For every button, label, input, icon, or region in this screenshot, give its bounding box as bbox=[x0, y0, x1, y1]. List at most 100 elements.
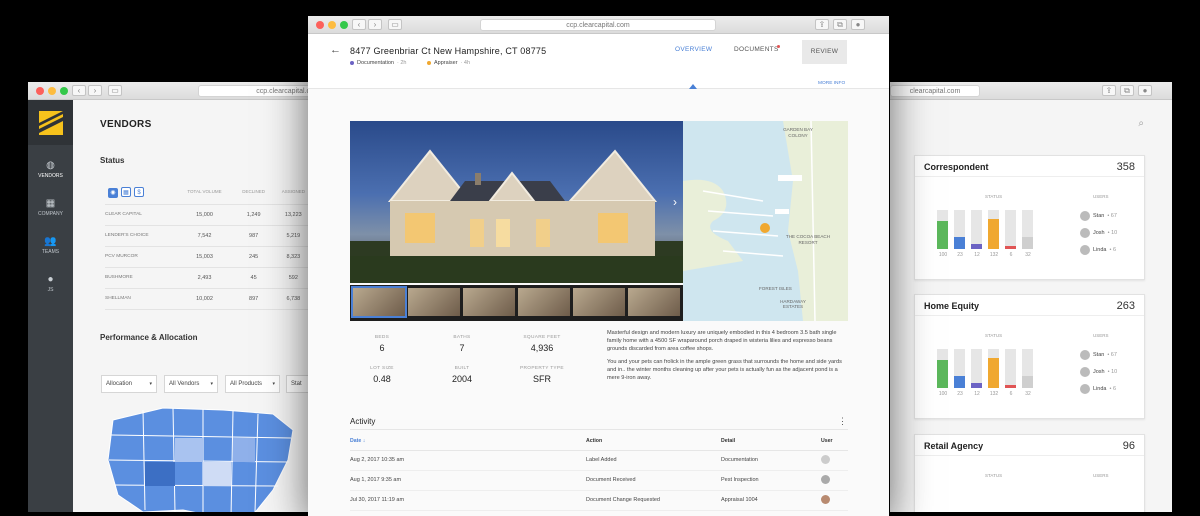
table-row[interactable]: Aug 2, 2017 10:35 am Label Added Documenta… bbox=[350, 450, 848, 471]
table-cell bbox=[821, 490, 848, 511]
status-bar[interactable] bbox=[954, 210, 965, 249]
thumbnail[interactable] bbox=[408, 288, 460, 316]
active-tab-indicator bbox=[689, 84, 697, 89]
close-dot[interactable] bbox=[316, 20, 324, 29]
status-dot bbox=[350, 61, 354, 65]
minimize-dot[interactable] bbox=[328, 20, 336, 29]
status-bar[interactable] bbox=[1022, 210, 1033, 249]
search-icon[interactable]: ⌕ bbox=[1138, 118, 1144, 129]
user-row[interactable]: Linda • 6 bbox=[1080, 384, 1116, 394]
user-row[interactable]: Stan • 67 bbox=[1080, 350, 1117, 360]
clear-capital-logo[interactable] bbox=[28, 100, 73, 145]
status-bar[interactable] bbox=[937, 210, 948, 249]
more-info-link[interactable]: MORE INFO bbox=[818, 81, 845, 86]
meta-documentation[interactable]: Documentation · 2h bbox=[350, 60, 407, 66]
status-bar[interactable] bbox=[988, 349, 999, 388]
extension-icon[interactable]: ● bbox=[851, 19, 865, 30]
col-date[interactable]: Date ↓ bbox=[350, 432, 586, 451]
next-photo-icon[interactable]: › bbox=[673, 195, 677, 209]
tab-documents[interactable]: DOCUMENTS bbox=[734, 46, 779, 53]
status-bar[interactable] bbox=[1022, 349, 1033, 388]
forward-icon[interactable]: › bbox=[368, 19, 382, 30]
sidebar-item-vendors[interactable]: ◍ VENDORS bbox=[28, 160, 73, 179]
table-cell: 15,000 bbox=[175, 204, 234, 226]
table-row[interactable]: CLEAR CAPITAL 15,000 1,249 13,223 bbox=[105, 204, 328, 226]
sidebar-item-js[interactable]: ● JS bbox=[28, 274, 73, 293]
tab-overview[interactable]: OVERVIEW bbox=[675, 46, 712, 53]
spec-label: LOT SIZE bbox=[370, 366, 394, 371]
user-row[interactable]: Linda • 6 bbox=[1080, 245, 1116, 255]
bar-label: 23 bbox=[957, 252, 963, 258]
filter-select[interactable]: All Products ▾ bbox=[225, 375, 280, 393]
tabs-icon[interactable]: ⧉ bbox=[833, 19, 847, 30]
spec-label: BEDS bbox=[374, 335, 390, 340]
filter-select[interactable]: Allocation ▾ bbox=[101, 375, 157, 393]
bar-label: 32 bbox=[1025, 252, 1031, 258]
user-row[interactable]: Josh • 10 bbox=[1080, 228, 1117, 238]
filter-select[interactable]: All Vendors ▾ bbox=[164, 375, 218, 393]
url-bar[interactable]: clearcapital.com bbox=[890, 85, 980, 97]
table-row[interactable]: PCV MURCOR 15,003 245 8,323 bbox=[105, 246, 328, 268]
building-icon: ▦ bbox=[45, 198, 56, 209]
sidebar-toggle-icon[interactable]: ▭ bbox=[108, 85, 122, 96]
thumbnail[interactable] bbox=[351, 286, 407, 318]
bar-label: 100 bbox=[938, 391, 948, 397]
more-vert-icon[interactable]: ⋮ bbox=[838, 416, 847, 427]
thumbnail[interactable] bbox=[463, 288, 515, 316]
status-label: STATUS bbox=[985, 473, 1003, 478]
back-icon[interactable]: ‹ bbox=[72, 85, 86, 96]
status-bar[interactable] bbox=[1005, 210, 1016, 249]
table-row[interactable]: SHELLMAN 10,002 897 6,738 bbox=[105, 288, 328, 310]
table-cell: CLEAR CAPITAL bbox=[105, 204, 175, 226]
status-bar[interactable] bbox=[1005, 349, 1016, 388]
thumbnail[interactable] bbox=[518, 288, 570, 316]
bar-label: 100 bbox=[938, 252, 948, 258]
spec-value: SFR bbox=[533, 374, 551, 384]
portfolio-card[interactable]: Retail Agency 96 STATUS USERS bbox=[914, 434, 1145, 512]
meta-label: Appraiser bbox=[434, 60, 458, 66]
user-row[interactable]: Josh • 10 bbox=[1080, 367, 1117, 377]
tabs-icon[interactable]: ⧉ bbox=[1120, 85, 1134, 96]
status-bar[interactable] bbox=[971, 349, 982, 388]
select-value: Stat bbox=[291, 381, 302, 387]
extension-icon[interactable]: ● bbox=[1138, 85, 1152, 96]
thumbnail[interactable] bbox=[628, 288, 680, 316]
table-row[interactable]: LENDER'S CHOICE 7,542 987 5,219 bbox=[105, 225, 328, 247]
property-photo[interactable]: › bbox=[350, 121, 683, 283]
status-bar[interactable] bbox=[954, 349, 965, 388]
review-button[interactable]: REVIEW bbox=[802, 40, 847, 64]
sidebar-item-company[interactable]: ▦ COMPANY bbox=[28, 198, 73, 217]
zoom-dot[interactable] bbox=[60, 86, 68, 95]
status-bar[interactable] bbox=[988, 210, 999, 249]
portfolio-card[interactable]: Correspondent 358 STATUS USERS 100 23 12 132 6 32… bbox=[914, 155, 1145, 280]
portfolio-card[interactable]: Home Equity 263 STATUS USERS 100 23 12 132 6 32 St… bbox=[914, 294, 1145, 419]
url-bar[interactable]: ccp.clearcapital.com bbox=[480, 19, 716, 31]
table-row[interactable]: BUSHMORE 2,493 45 592 bbox=[105, 267, 328, 289]
table-row[interactable]: Aug 1, 2017 9:35 am Document Received Pest… bbox=[350, 470, 848, 491]
location-map[interactable]: GARDEN BAY COLONY THE COCOA BEACH RESORT… bbox=[683, 121, 848, 321]
forward-icon[interactable]: › bbox=[88, 85, 102, 96]
us-map[interactable] bbox=[103, 400, 303, 512]
share-icon[interactable]: ⇪ bbox=[1102, 85, 1116, 96]
table-cell: Appraisal 1004 bbox=[721, 490, 821, 511]
share-icon[interactable]: ⇪ bbox=[815, 19, 829, 30]
minimize-dot[interactable] bbox=[48, 86, 56, 95]
status-bar[interactable] bbox=[971, 210, 982, 249]
sidebar-toggle-icon[interactable]: ▭ bbox=[388, 19, 402, 30]
back-icon[interactable]: ‹ bbox=[352, 19, 366, 30]
back-arrow-icon[interactable]: ← bbox=[330, 44, 341, 56]
thumbnail[interactable] bbox=[573, 288, 625, 316]
table-cell: 245 bbox=[233, 246, 274, 268]
bar-fill bbox=[1022, 376, 1033, 388]
zoom-dot[interactable] bbox=[340, 20, 348, 29]
table-row[interactable]: Jul 30, 2017 11:19 am Document Change Req… bbox=[350, 490, 848, 511]
user-row[interactable]: Stan • 67 bbox=[1080, 211, 1117, 221]
user-count: • 10 bbox=[1107, 230, 1118, 236]
close-dot[interactable] bbox=[36, 86, 44, 95]
sidebar-item-teams[interactable]: 👥 TEAMS bbox=[28, 236, 73, 255]
bar-fill bbox=[971, 244, 982, 249]
meta-appraiser[interactable]: Appraiser · 4h bbox=[427, 60, 470, 66]
divider bbox=[915, 315, 1144, 316]
status-bar[interactable] bbox=[937, 349, 948, 388]
avatar bbox=[1080, 245, 1090, 255]
